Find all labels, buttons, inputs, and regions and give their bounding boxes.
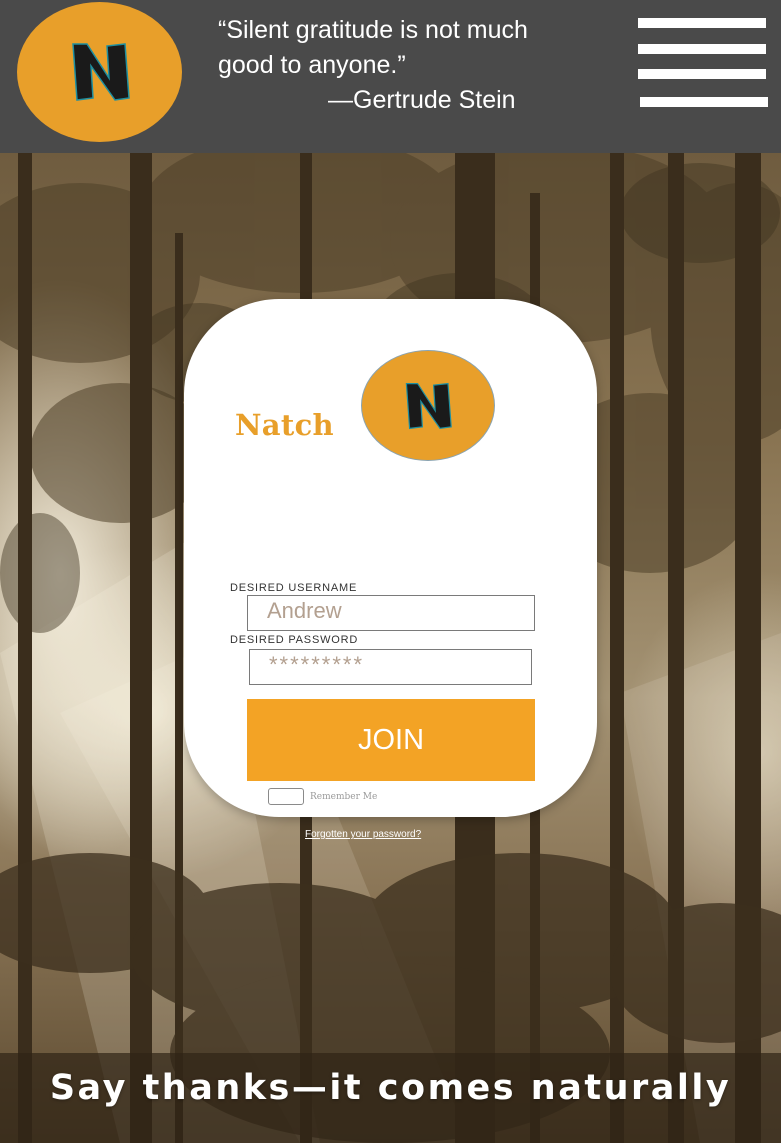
- menu-bar: [638, 44, 766, 54]
- header-quote: “Silent gratitude is not much good to an…: [218, 13, 578, 118]
- password-input[interactable]: *********: [249, 649, 532, 685]
- tagline: Say thanks—it comes naturally: [49, 1068, 732, 1108]
- natch-logo-icon[interactable]: [17, 2, 182, 142]
- quote-author: —Gertrude Stein: [328, 86, 516, 114]
- n-letter-icon: [71, 43, 130, 101]
- top-header: “Silent gratitude is not much good to an…: [0, 0, 781, 153]
- forgot-password-link[interactable]: Forgotten your password?: [305, 829, 421, 840]
- menu-bar: [638, 69, 766, 79]
- join-button[interactable]: JOIN: [247, 699, 535, 781]
- username-label: DESIRED USERNAME: [230, 582, 358, 594]
- username-input[interactable]: Andrew: [247, 595, 535, 631]
- remember-me-checkbox[interactable]: [268, 788, 304, 805]
- brand-name: Natch: [235, 408, 334, 442]
- natch-card-logo-icon: [361, 350, 495, 461]
- hamburger-menu-icon[interactable]: [638, 18, 768, 110]
- remember-me-label: Remember Me: [310, 792, 378, 802]
- menu-bar: [640, 97, 768, 107]
- password-label: DESIRED PASSWORD: [230, 634, 359, 646]
- menu-bar: [638, 18, 766, 28]
- quote-text: “Silent gratitude is not much good to an…: [218, 16, 528, 79]
- n-letter-icon: [405, 382, 452, 429]
